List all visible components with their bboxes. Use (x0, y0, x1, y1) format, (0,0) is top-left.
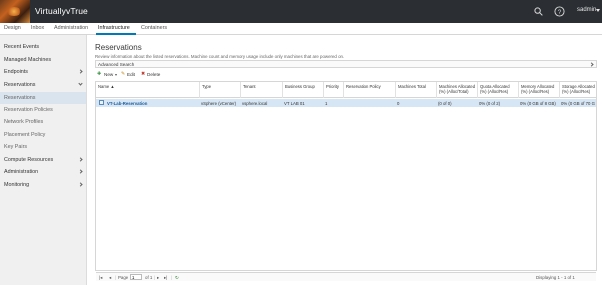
app-title: VirtuallyvTrue (35, 6, 88, 16)
toolbar: ✚ New ▾ ✎ Edit ✖ Delete (95, 71, 597, 80)
chevron-down-icon (78, 81, 83, 86)
sidebar-item-label: Monitoring (4, 182, 30, 188)
sidebar-item-label: Recent Events (4, 44, 40, 50)
chevron-down-icon[interactable] (596, 9, 600, 12)
pagination-divider: | (115, 275, 117, 280)
delete-button[interactable]: Delete (147, 72, 160, 77)
sidebar-item-reservations[interactable]: Reservations (0, 92, 86, 104)
cell-machines-total: 0 (397, 101, 400, 106)
pagination-bar: |◂ ◂ | Page of 1 | ▸ ▸| | ↻ Displaying 1… (96, 272, 596, 281)
delete-icon: ✖ (141, 71, 146, 77)
page-number-input[interactable] (130, 274, 142, 280)
column-header-priority[interactable]: Priority (323, 82, 343, 98)
chevron-right-icon (78, 182, 83, 187)
reservation-icon (99, 100, 104, 105)
column-header-type[interactable]: Type (199, 82, 240, 98)
pagination-divider: | (171, 275, 173, 280)
sidebar-item-label: Compute Resources (4, 157, 54, 163)
sidebar-item-label: Managed Machines (4, 57, 52, 63)
sidebar: Recent Events Managed Machines Endpoints… (0, 35, 87, 285)
sidebar-item-label: Administration (4, 169, 39, 175)
last-page-icon[interactable]: ▸| (164, 275, 167, 281)
top-header: VirtuallyvTrue ? sadmin (0, 0, 602, 23)
column-header-machines-allocated[interactable]: Machines Allocated (%) (Alloc/Total) (436, 82, 477, 98)
sidebar-item-managed-machines[interactable]: Managed Machines (0, 54, 86, 66)
search-icon[interactable] (534, 7, 543, 16)
logo (0, 0, 30, 23)
advanced-search-label: Advanced Search (98, 62, 135, 67)
cell-name[interactable]: VT-Lab-Reservation (107, 101, 197, 106)
sidebar-item-monitoring[interactable]: Monitoring (0, 179, 86, 191)
tab-administration[interactable]: Administration (54, 25, 88, 31)
sidebar-item-reservation-policies[interactable]: Reservation Policies (0, 104, 86, 116)
sidebar-item-label: Reservations (4, 95, 36, 101)
tab-containers[interactable]: Containers (141, 25, 167, 31)
sidebar-item-label: Endpoints (4, 69, 28, 75)
sidebar-item-placement-policy[interactable]: Placement Policy (0, 129, 86, 141)
sidebar-item-network-profiles[interactable]: Network Profiles (0, 116, 86, 128)
svg-text:?: ? (558, 9, 562, 16)
column-header-memory-allocated[interactable]: Memory Allocated (%) (Alloc/Res) (518, 82, 559, 98)
chevron-right-icon (78, 69, 83, 74)
main-tabs: Design Inbox Administration Infrastructu… (0, 23, 602, 35)
column-header-tenant[interactable]: Tenant (240, 82, 282, 98)
column-header-machines-total[interactable]: Machines Total (395, 82, 436, 98)
cell-machines-allocated: (0 of 0) (438, 101, 452, 106)
sidebar-item-endpoints[interactable]: Endpoints (0, 66, 86, 78)
refresh-icon[interactable]: ↻ (175, 275, 179, 281)
page-title: Reservations (95, 43, 142, 52)
sidebar-item-key-pairs[interactable]: Key Pairs (0, 141, 86, 153)
sidebar-item-label: Reservations (4, 82, 36, 88)
cell-priority: 1 (325, 101, 328, 106)
displaying-count: Displaying 1 - 1 of 1 (536, 275, 575, 280)
caret-down-icon[interactable]: ▾ (115, 72, 117, 77)
help-icon[interactable]: ? (554, 6, 565, 17)
sidebar-item-reservations-group[interactable]: Reservations (0, 79, 86, 91)
sidebar-item-recent-events[interactable]: Recent Events (0, 41, 86, 53)
chevron-right-icon (589, 62, 594, 67)
edit-button[interactable]: Edit (127, 72, 135, 77)
active-tab-indicator (96, 33, 136, 35)
page-description: Review information about the listed rese… (95, 54, 345, 59)
sidebar-item-label: Reservation Policies (4, 107, 53, 113)
pagination-divider: | (154, 275, 156, 280)
page-count: of 1 (145, 275, 153, 280)
reservations-table: Name ▲ Type Tenant Business Group Priori… (95, 81, 597, 281)
advanced-search-toggle[interactable]: Advanced Search (95, 60, 597, 68)
new-button[interactable]: New (104, 72, 113, 77)
sidebar-item-compute-resources[interactable]: Compute Resources (0, 154, 86, 166)
cell-business-group: VT LAB 01 (284, 101, 305, 106)
sidebar-item-label: Network Profiles (4, 119, 44, 125)
tab-infrastructure[interactable]: Infrastructure (98, 25, 130, 31)
previous-page-icon[interactable]: ◂ (109, 275, 111, 281)
sidebar-item-label: Key Pairs (4, 144, 28, 150)
page-label: Page (118, 275, 129, 280)
first-page-icon[interactable]: |◂ (99, 275, 102, 281)
column-header-name[interactable]: Name ▲ (96, 82, 199, 98)
chevron-right-icon (78, 169, 83, 174)
plus-icon: ✚ (97, 71, 102, 77)
column-header-business-group[interactable]: Business Group (282, 82, 323, 98)
table-header: Name ▲ Type Tenant Business Group Priori… (96, 82, 596, 98)
tab-inbox[interactable]: Inbox (31, 25, 44, 31)
cell-quota-allocated: 0% (0 of 2) (479, 101, 501, 106)
cell-type: vSphere (vCenter) (201, 101, 237, 106)
user-menu[interactable]: sadmin (577, 7, 596, 13)
cell-storage-allocated: 0% (0 GB of 70 GB) (561, 101, 595, 106)
column-header-storage-allocated[interactable]: Storage Allocated (%) (Alloc/Res) (559, 82, 596, 98)
next-page-icon[interactable]: ▸ (157, 275, 159, 281)
column-header-reservation-policy[interactable]: Reservation Policy (343, 82, 395, 98)
tab-design[interactable]: Design (4, 25, 21, 31)
sidebar-item-label: Placement Policy (4, 132, 46, 138)
column-header-quota-allocated[interactable]: Quota Allocated (%) (Alloc/Res) (477, 82, 518, 98)
cell-memory-allocated: 0% (0 GB of 8 GB) (520, 101, 556, 106)
chevron-right-icon (78, 157, 83, 162)
pencil-icon: ✎ (121, 71, 126, 77)
sidebar-item-administration[interactable]: Administration (0, 166, 86, 178)
cell-tenant: vsphere.local (242, 101, 268, 106)
table-row[interactable]: VT-Lab-Reservation vSphere (vCenter) vsp… (96, 99, 596, 107)
